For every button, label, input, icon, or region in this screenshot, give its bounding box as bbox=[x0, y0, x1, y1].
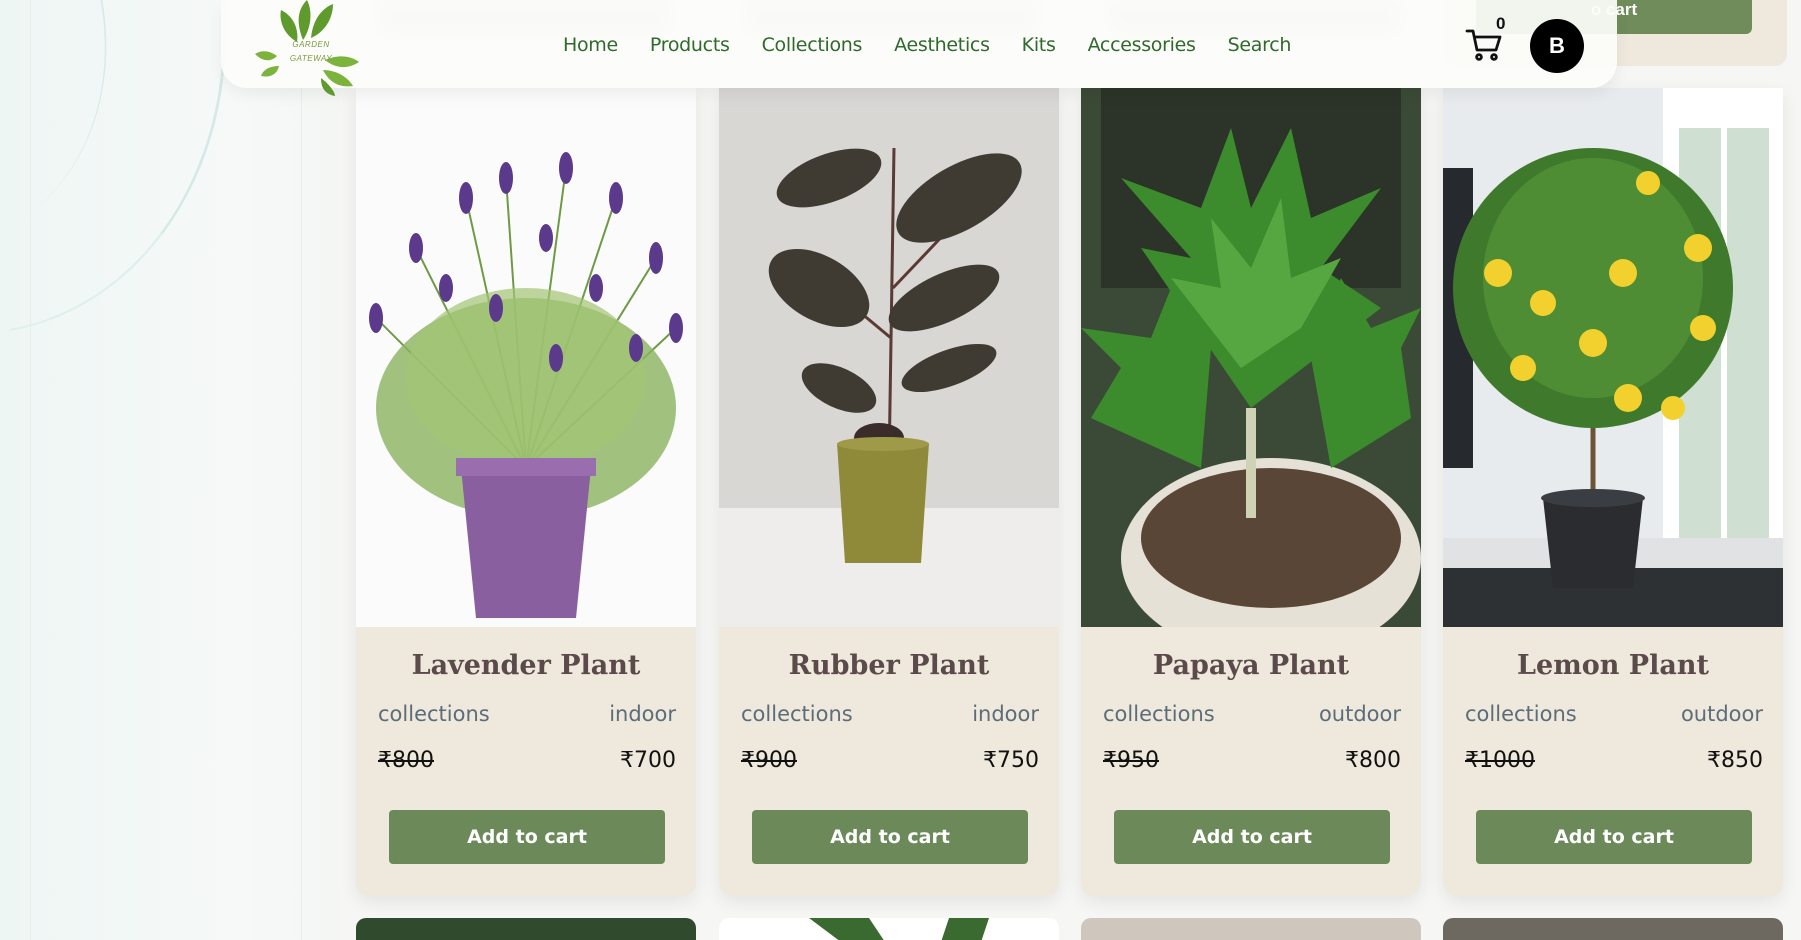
next-row-card-fragment bbox=[356, 918, 696, 940]
product-category: collections bbox=[741, 702, 853, 726]
nav-link-kits[interactable]: Kits bbox=[1022, 34, 1056, 56]
original-price: ₹1000 bbox=[1465, 748, 1535, 773]
original-price: ₹800 bbox=[378, 748, 434, 773]
nav-link-accessories[interactable]: Accessories bbox=[1088, 34, 1196, 56]
product-image[interactable] bbox=[1081, 88, 1421, 627]
divider bbox=[301, 0, 302, 940]
cart-count-badge: 0 bbox=[1496, 14, 1506, 33]
nav-link-aesthetics[interactable]: Aesthetics bbox=[894, 34, 990, 56]
product-card: Papaya Plant collections outdoor ₹950 ₹8… bbox=[1081, 88, 1421, 896]
product-type: indoor bbox=[972, 702, 1039, 726]
next-row-card-fragment bbox=[1081, 918, 1421, 940]
product-image[interactable] bbox=[719, 88, 1059, 627]
product-category: collections bbox=[1103, 702, 1215, 726]
add-to-cart-button[interactable]: Add to cart bbox=[1114, 810, 1390, 864]
top-navigation-bar: GARDEN GATEWAY Home Products Collections… bbox=[221, 0, 1617, 96]
sale-price: ₹850 bbox=[1707, 748, 1763, 773]
user-avatar[interactable]: B bbox=[1530, 19, 1584, 73]
product-image[interactable] bbox=[356, 88, 696, 627]
next-row-card-fragment bbox=[1443, 918, 1783, 940]
sale-price: ₹800 bbox=[1345, 748, 1401, 773]
nav-link-collections[interactable]: Collections bbox=[762, 34, 863, 56]
product-category: collections bbox=[378, 702, 490, 726]
add-to-cart-button[interactable]: Add to cart bbox=[752, 810, 1028, 864]
next-row-card-fragment bbox=[719, 918, 1059, 940]
product-title[interactable]: Lavender Plant bbox=[356, 650, 696, 681]
main-nav: Home Products Collections Aesthetics Kit… bbox=[563, 34, 1291, 56]
garden-gateway-logo[interactable]: GARDEN GATEWAY bbox=[255, 0, 365, 96]
logo-text: GARDEN GATEWAY bbox=[289, 40, 333, 63]
background-left-panel bbox=[0, 0, 340, 940]
original-price: ₹950 bbox=[1103, 748, 1159, 773]
product-title[interactable]: Papaya Plant bbox=[1081, 650, 1421, 681]
nav-link-products[interactable]: Products bbox=[650, 34, 730, 56]
add-to-cart-button[interactable]: Add to cart bbox=[389, 810, 665, 864]
product-image[interactable] bbox=[1443, 88, 1783, 627]
product-type: outdoor bbox=[1680, 702, 1763, 726]
product-category: collections bbox=[1465, 702, 1577, 726]
divider bbox=[30, 0, 31, 940]
nav-link-search[interactable]: Search bbox=[1228, 34, 1292, 56]
product-title[interactable]: Lemon Plant bbox=[1443, 650, 1783, 681]
nav-link-home[interactable]: Home bbox=[563, 34, 618, 56]
sale-price: ₹750 bbox=[983, 748, 1039, 773]
product-card: Lavender Plant collections indoor ₹800 ₹… bbox=[356, 88, 696, 896]
product-title[interactable]: Rubber Plant bbox=[719, 650, 1059, 681]
add-to-cart-button[interactable]: Add to cart bbox=[1476, 810, 1752, 864]
sale-price: ₹700 bbox=[620, 748, 676, 773]
original-price: ₹900 bbox=[741, 748, 797, 773]
product-card: Lemon Plant collections outdoor ₹1000 ₹8… bbox=[1443, 88, 1783, 896]
product-type: outdoor bbox=[1318, 702, 1401, 726]
product-card: Rubber Plant collections indoor ₹900 ₹75… bbox=[719, 88, 1059, 896]
product-type: indoor bbox=[609, 702, 676, 726]
